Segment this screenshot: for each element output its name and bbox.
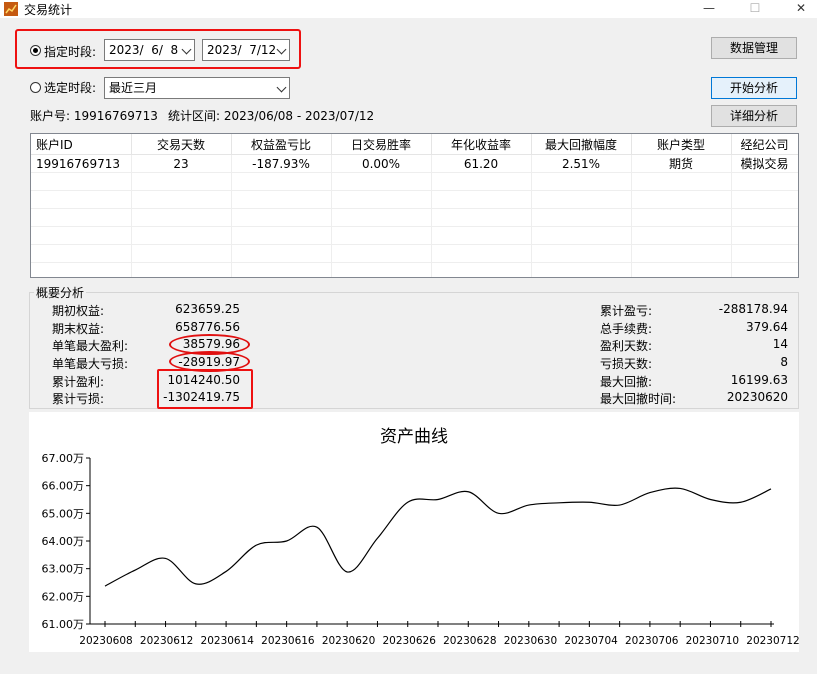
table-row-empty <box>31 262 798 277</box>
title-bar: 交易统计 — ☐ ✕ <box>0 0 817 18</box>
table-row-empty <box>31 244 798 263</box>
summary-label-max-single-loss: 单笔最大亏损: <box>52 357 129 371</box>
table-row-empty <box>31 226 798 245</box>
cell-win-rate: 0.00% <box>331 154 432 173</box>
summary-value-cum-pl: -288178.94 <box>718 302 788 316</box>
col-header-account-type[interactable]: 账户类型 <box>631 134 732 155</box>
preset-period-select[interactable]: 最近三月 <box>104 77 290 99</box>
cell-trade-days: 23 <box>131 154 232 173</box>
summary-label-max-drawdown-time: 最大回撤时间: <box>600 392 677 406</box>
summary-value-initial-equity: 623659.25 <box>175 302 240 316</box>
grid-header-row: 账户ID 交易天数 权益盈亏比 日交易胜率 年化收益率 最大回撤幅度 账户类型 … <box>31 134 798 155</box>
y-tick-label: 63.00万 <box>42 563 85 576</box>
preset-period-value: 最近三月 <box>109 81 158 95</box>
table-row-empty <box>31 190 798 209</box>
start-analysis-button[interactable]: 开始分析 <box>711 77 797 99</box>
x-tick-label: 20230704 <box>564 635 618 647</box>
summary-label-total-loss: 累计亏损: <box>52 392 105 406</box>
x-tick-label: 20230628 <box>443 635 496 647</box>
preset-period-label: 选定时段: <box>44 81 97 95</box>
x-tick-label: 20230612 <box>140 635 193 647</box>
highlight-box-period <box>15 29 301 69</box>
detail-analysis-button[interactable]: 详细分析 <box>711 105 797 127</box>
x-tick-label: 20230614 <box>201 635 255 647</box>
equity-chart: 资产曲线 61.00万 62.00万 63.00万 64.00万 65.00万 66.00… <box>29 412 799 652</box>
summary-label-max-single-profit: 单笔最大盈利: <box>52 339 129 353</box>
col-header-broker[interactable]: 经纪公司 <box>731 134 798 155</box>
cell-broker: 模拟交易 <box>731 154 798 173</box>
x-tick-label: 20230706 <box>625 635 679 647</box>
cell-max-drawdown: 2.51% <box>531 154 632 173</box>
summary-value-loss-days: 8 <box>780 355 788 369</box>
stat-range-text: 统计区间: 2023/06/08 - 2023/07/12 <box>168 109 375 123</box>
data-manage-button[interactable]: 数据管理 <box>711 37 797 59</box>
summary-value-final-equity: 658776.56 <box>175 320 240 334</box>
col-header-pl-ratio[interactable]: 权益盈亏比 <box>231 134 332 155</box>
maximize-button[interactable]: ☐ <box>732 0 778 18</box>
x-tick-label: 20230626 <box>382 635 436 647</box>
summary-label-cum-pl: 累计盈亏: <box>600 304 653 318</box>
y-tick-label: 64.00万 <box>42 535 85 548</box>
cell-account-type: 期货 <box>631 154 732 173</box>
summary-title: 概要分析 <box>34 284 87 301</box>
x-tick-label: 20230608 <box>79 635 132 647</box>
chevron-down-icon <box>276 82 287 93</box>
close-button[interactable]: ✕ <box>778 0 817 18</box>
cell-annual-return: 61.20 <box>431 154 532 173</box>
window-title: 交易统计 <box>24 3 73 17</box>
summary-group <box>29 292 799 409</box>
y-tick-label: 67.00万 <box>42 452 85 465</box>
x-tick-label: 20230616 <box>261 635 315 647</box>
account-number-text: 账户号: 19916769713 <box>30 109 158 123</box>
y-tick-label: 65.00万 <box>42 507 85 520</box>
summary-value-max-drawdown: 16199.63 <box>730 373 788 387</box>
summary-value-total-fee: 379.64 <box>746 320 788 334</box>
summary-label-final-equity: 期末权益: <box>52 322 105 336</box>
summary-label-loss-days: 亏损天数: <box>600 357 653 371</box>
table-row[interactable]: 19916769713 23 -187.93% 0.00% 61.20 2.51… <box>31 154 798 173</box>
x-tick-label: 20230630 <box>504 635 557 647</box>
summary-label-initial-equity: 期初权益: <box>52 304 105 318</box>
highlight-box-totals <box>157 369 253 409</box>
table-row-empty <box>31 208 798 227</box>
col-header-max-drawdown[interactable]: 最大回撤幅度 <box>531 134 632 155</box>
summary-value-profit-days: 14 <box>772 337 788 351</box>
summary-label-profit-days: 盈利天数: <box>600 339 653 353</box>
x-tick-label: 20230710 <box>686 635 739 647</box>
table-row-empty <box>31 172 798 191</box>
preset-period-radio[interactable] <box>30 82 41 93</box>
results-grid[interactable]: 账户ID 交易天数 权益盈亏比 日交易胜率 年化收益率 最大回撤幅度 账户类型 … <box>30 133 799 278</box>
summary-value-max-drawdown-time: 20230620 <box>726 390 788 404</box>
x-tick-label: 20230620 <box>322 635 375 647</box>
y-tick-label: 61.00万 <box>42 618 85 631</box>
col-header-account-id[interactable]: 账户ID <box>31 134 132 155</box>
col-header-win-rate[interactable]: 日交易胜率 <box>331 134 432 155</box>
chart-app-icon <box>4 2 18 16</box>
summary-label-total-fee: 总手续费: <box>600 322 653 336</box>
equity-chart-svg: 61.00万 62.00万 63.00万 64.00万 65.00万 66.00万 67.0… <box>42 452 800 647</box>
summary-label-total-profit: 累计盈利: <box>52 375 105 389</box>
equity-series-line <box>104 487 772 587</box>
y-tick-label: 62.00万 <box>42 590 85 603</box>
cell-account-id: 19916769713 <box>31 154 132 173</box>
cell-pl-ratio: -187.93% <box>231 154 332 173</box>
y-tick-label: 66.00万 <box>42 480 85 493</box>
x-tick-label: 20230712 <box>746 635 799 647</box>
summary-label-max-drawdown: 最大回撤: <box>600 375 653 389</box>
col-header-annual-return[interactable]: 年化收益率 <box>431 134 532 155</box>
minimize-button[interactable]: — <box>686 0 732 18</box>
col-header-trade-days[interactable]: 交易天数 <box>131 134 232 155</box>
